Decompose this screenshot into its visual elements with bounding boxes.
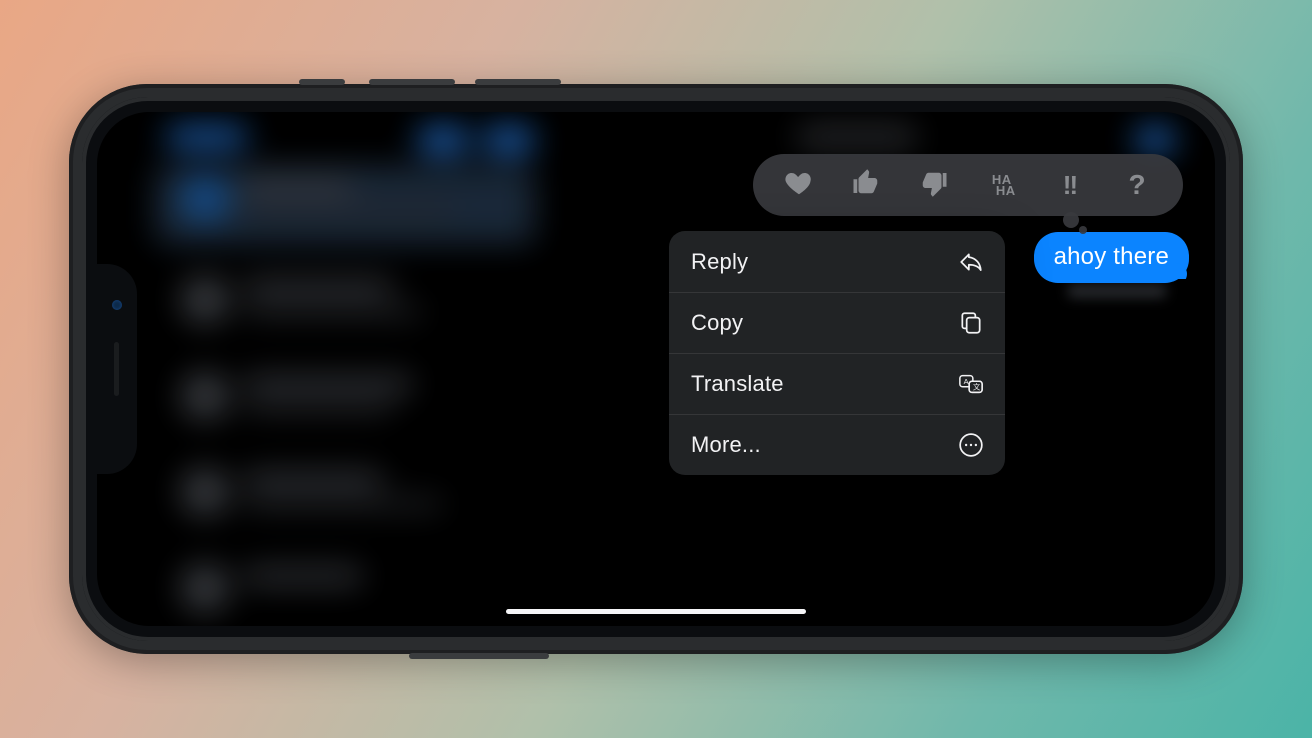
blurred-avatar	[181, 276, 229, 324]
blurred-delivery-status	[1067, 284, 1167, 298]
side-power-button	[409, 653, 549, 659]
menu-item-more[interactable]: More...	[669, 414, 1005, 475]
blurred-avatar	[181, 468, 229, 516]
display-notch	[97, 264, 137, 474]
thumbs-down-icon	[919, 168, 949, 203]
blurred-text	[243, 402, 393, 414]
blurred-text	[243, 178, 353, 194]
blurred-text	[243, 376, 413, 392]
bubble-tail	[1175, 261, 1193, 279]
copy-icon	[957, 309, 985, 337]
blurred-text	[243, 498, 443, 510]
svg-text:文: 文	[973, 382, 981, 392]
question-icon: ?	[1129, 169, 1146, 201]
message-bubble[interactable]: ahoy there	[1034, 232, 1189, 283]
menu-item-label: More...	[691, 432, 761, 458]
blurred-title	[797, 126, 917, 148]
context-menu: Reply Copy Translate A文	[669, 231, 1005, 475]
mute-switch	[299, 79, 345, 85]
earpiece-speaker	[114, 342, 119, 396]
blurred-avatar	[181, 174, 229, 222]
menu-item-label: Translate	[691, 371, 784, 397]
tapback-bar: HA HA !! ?	[753, 154, 1183, 216]
home-indicator[interactable]	[506, 609, 806, 614]
blurred-text	[243, 306, 423, 318]
menu-item-reply[interactable]: Reply	[669, 231, 1005, 292]
front-camera	[112, 300, 122, 310]
exclamation-icon: !!	[1063, 170, 1076, 201]
blurred-nav-item	[483, 126, 535, 154]
blurred-avatar	[181, 564, 229, 612]
blurred-text	[243, 280, 393, 296]
gradient-background: HA HA !! ? ahoy there	[0, 0, 1312, 738]
tapback-thumbs-down[interactable]	[905, 158, 963, 212]
message-text: ahoy there	[1054, 243, 1169, 270]
blurred-text	[243, 204, 453, 216]
volume-up-button	[369, 79, 455, 85]
menu-item-label: Copy	[691, 310, 743, 336]
tapback-question[interactable]: ?	[1108, 158, 1166, 212]
more-icon	[957, 431, 985, 459]
heart-icon	[784, 168, 814, 203]
svg-text:A: A	[964, 377, 969, 386]
thumbs-up-icon	[851, 168, 881, 203]
tapback-heart[interactable]	[770, 158, 828, 212]
haha-icon: HA HA	[988, 174, 1016, 196]
blurred-nav-item	[417, 126, 469, 154]
haha-label-bottom: HA	[996, 185, 1016, 196]
message-bubble-container: ahoy there	[1034, 232, 1189, 283]
phone-frame: HA HA !! ? ahoy there	[69, 84, 1243, 654]
phone-screen: HA HA !! ? ahoy there	[97, 112, 1215, 626]
tapback-exclamation[interactable]: !!	[1040, 158, 1098, 212]
menu-item-label: Reply	[691, 249, 748, 275]
menu-item-translate[interactable]: Translate A文	[669, 353, 1005, 414]
blurred-nav-item	[1135, 126, 1175, 154]
volume-down-button	[475, 79, 561, 85]
blurred-avatar	[181, 372, 229, 420]
translate-icon: A文	[957, 370, 985, 398]
blurred-text	[243, 568, 363, 584]
menu-item-copy[interactable]: Copy	[669, 292, 1005, 353]
tapback-bubble-tail-small	[1079, 226, 1087, 234]
blurred-text	[243, 472, 383, 488]
tapback-haha[interactable]: HA HA	[973, 158, 1031, 212]
tapback-thumbs-up[interactable]	[837, 158, 895, 212]
blurred-nav-item	[167, 126, 247, 148]
reply-icon	[957, 248, 985, 276]
